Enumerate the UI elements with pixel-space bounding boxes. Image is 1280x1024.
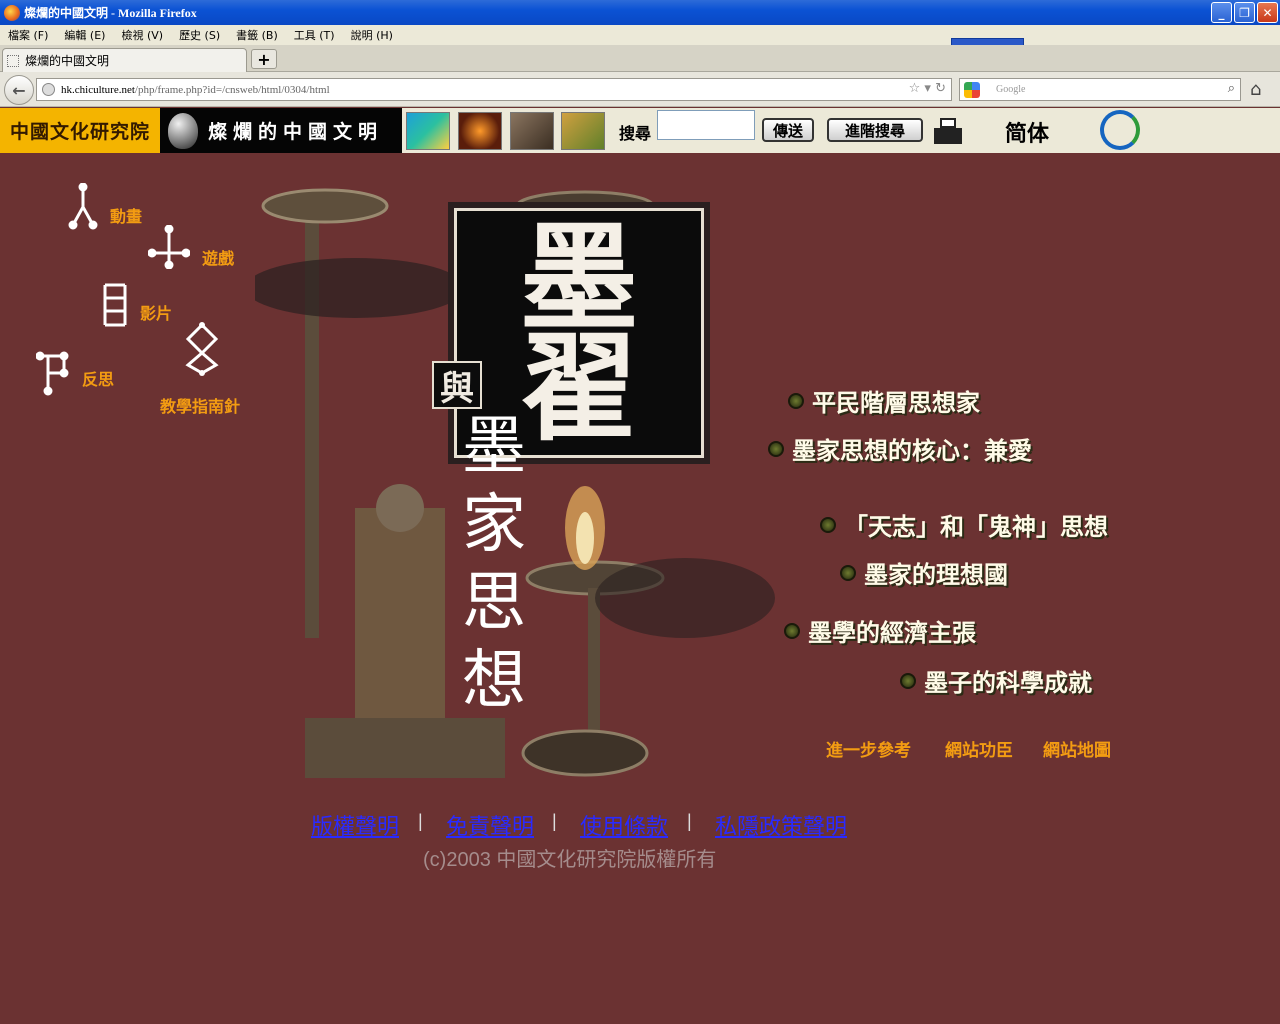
terms-link[interactable]: 使用條款 — [580, 809, 668, 841]
tab-label: 燦爛的中國文明 — [25, 54, 110, 68]
maximize-button[interactable]: ❐ — [1234, 2, 1255, 23]
topic-link-1[interactable]: 平民階層思想家 — [788, 383, 980, 418]
reflection-node-icon[interactable] — [36, 351, 70, 397]
address-bar[interactable]: hk.chiculture.net/php/frame.php?id=/cnsw… — [36, 78, 952, 101]
menu-help[interactable]: 說明 (H) — [351, 27, 393, 43]
teaching-guide-link[interactable]: 教學指南針 — [160, 393, 240, 417]
send-button[interactable]: 傳送 — [762, 118, 814, 142]
google-icon[interactable] — [964, 82, 980, 98]
brand-text: 燦爛的中國文明 — [208, 121, 384, 143]
artifact-icon[interactable] — [510, 112, 554, 150]
reload-icon[interactable]: ↻ — [935, 81, 946, 96]
topic-label: 墨學的經濟主張 — [808, 618, 976, 647]
bullet-icon — [900, 672, 916, 689]
window-title: 燦爛的中國文明 - Mozilla Firefox — [24, 6, 197, 20]
bullet-icon — [784, 622, 800, 639]
site-logo[interactable]: 中國文化研究院 — [0, 108, 160, 153]
firefox-icon — [4, 4, 20, 21]
topic-link-4[interactable]: 墨家的理想國 — [840, 555, 1008, 590]
guide-node-icon[interactable] — [184, 321, 220, 377]
topic-label: 墨家的理想國 — [864, 560, 1008, 589]
credits-link[interactable]: 網站功臣 — [945, 736, 1013, 761]
menu-file[interactable]: 檔案 (F) — [8, 27, 48, 43]
book-icon[interactable] — [406, 112, 450, 150]
bullet-icon — [840, 564, 856, 581]
site-identity-icon[interactable] — [42, 83, 55, 96]
site-search-input[interactable] — [657, 110, 755, 140]
separator: | — [687, 811, 692, 831]
search-box[interactable]: Google ⌕ — [959, 78, 1241, 101]
emblem-icon[interactable] — [1100, 110, 1140, 150]
subtitle-char-4: 想 — [462, 644, 526, 718]
sitemap-link[interactable]: 網站地圖 — [1043, 736, 1111, 761]
topic-label: 「天志」和「鬼神」思想 — [844, 512, 1108, 541]
search-label: 搜尋 — [619, 124, 652, 143]
subtitle-char-1: 墨 — [462, 410, 526, 484]
print-icon[interactable] — [934, 118, 962, 148]
home-icon[interactable]: ⌂ — [1250, 79, 1261, 100]
dropdown-icon[interactable]: ▾ — [924, 81, 931, 96]
topic-label: 墨子的科學成就 — [924, 668, 1092, 697]
separator: | — [552, 811, 557, 831]
page-icon — [7, 54, 19, 67]
title-char-di: 翟 — [519, 318, 638, 457]
privacy-link[interactable]: 私隱政策聲明 — [715, 809, 847, 841]
menu-edit[interactable]: 編輯 (E) — [64, 27, 105, 43]
topic-label: 平民階層思想家 — [812, 388, 980, 417]
menu-history[interactable]: 歷史 (S) — [179, 27, 220, 43]
search-icon[interactable]: ⌕ — [1228, 81, 1235, 96]
scroll-icon[interactable] — [561, 112, 605, 150]
bullet-icon — [768, 440, 784, 457]
tab-bar: 燦爛的中國文明 + — [0, 45, 1280, 72]
topic-link-6[interactable]: 墨子的科學成就 — [900, 663, 1092, 698]
topic-link-3[interactable]: 「天志」和「鬼神」思想 — [820, 507, 1108, 542]
close-button[interactable]: ✕ — [1257, 2, 1278, 23]
stone-icon — [168, 113, 198, 149]
url-host: hk.chiculture.net — [61, 83, 135, 96]
advanced-search-button[interactable]: 進階搜尋 — [827, 118, 923, 142]
video-link[interactable]: 影片 — [140, 300, 172, 324]
disclaimer-link[interactable]: 免責聲明 — [446, 809, 534, 841]
menu-tools[interactable]: 工具 (T) — [294, 27, 335, 43]
subtitle-char-2: 家 — [462, 488, 526, 562]
simplified-chinese-link[interactable]: 简体 — [1005, 116, 1049, 148]
back-button[interactable]: ← — [4, 75, 34, 105]
menu-bar: 檔案 (F) 編輯 (E) 檢視 (V) 歷史 (S) 書籤 (B) 工具 (T… — [0, 25, 1280, 64]
drum-icon[interactable] — [458, 112, 502, 150]
game-node-icon[interactable] — [148, 225, 190, 269]
window-titlebar: 燦爛的中國文明 - Mozilla Firefox _ ❐ ✕ — [0, 0, 1280, 25]
title-connector: 與 — [432, 361, 482, 409]
new-tab-button[interactable]: + — [251, 49, 277, 69]
animation-link[interactable]: 動畫 — [110, 203, 142, 227]
topic-link-5[interactable]: 墨學的經濟主張 — [784, 613, 976, 648]
bullet-icon — [788, 392, 804, 409]
copyright-text: (c)2003 中國文化研究院版權所有 — [423, 849, 717, 871]
subtitle-vertical: 墨 家 思 想 — [462, 408, 526, 720]
separator: | — [418, 811, 423, 831]
copyright-statement-link[interactable]: 版權聲明 — [311, 809, 399, 841]
reflection-link[interactable]: 反思 — [82, 366, 114, 390]
topic-link-2[interactable]: 墨家思想的核心：兼愛 — [768, 431, 1032, 466]
minimize-button[interactable]: _ — [1211, 2, 1232, 23]
further-reference-link[interactable]: 進一步參考 — [826, 736, 911, 761]
title-char-mo: 墨 — [519, 208, 638, 347]
url-path: /php/frame.php?id=/cnsweb/html/0304/html — [134, 83, 330, 96]
site-header: 中國文化研究院 燦爛的中國文明 搜尋 傳送 進階搜尋 简体 — [0, 108, 1280, 153]
search-placeholder: Google — [996, 84, 1026, 95]
topic-label: 墨家思想的核心：兼愛 — [792, 436, 1032, 465]
main-content: 動畫 遊戲 影片 反思 教學指南針 墨 翟 與 墨 家 思 想 平民階層思想家 … — [0, 153, 1280, 1024]
bullet-icon — [820, 516, 836, 533]
animation-node-icon[interactable] — [67, 183, 99, 231]
menu-view[interactable]: 檢視 (V) — [121, 27, 163, 43]
menu-bookmarks[interactable]: 書籤 (B) — [236, 27, 278, 43]
video-node-icon[interactable] — [100, 281, 130, 329]
bookmark-star-icon[interactable]: ☆ — [909, 81, 921, 96]
subtitle-char-3: 思 — [462, 566, 526, 640]
brand-banner[interactable]: 燦爛的中國文明 — [160, 108, 402, 153]
navigation-bar: ← hk.chiculture.net/php/frame.php?id=/cn… — [0, 72, 1280, 107]
game-link[interactable]: 遊戲 — [202, 245, 234, 269]
tab-current[interactable]: 燦爛的中國文明 — [2, 48, 247, 72]
